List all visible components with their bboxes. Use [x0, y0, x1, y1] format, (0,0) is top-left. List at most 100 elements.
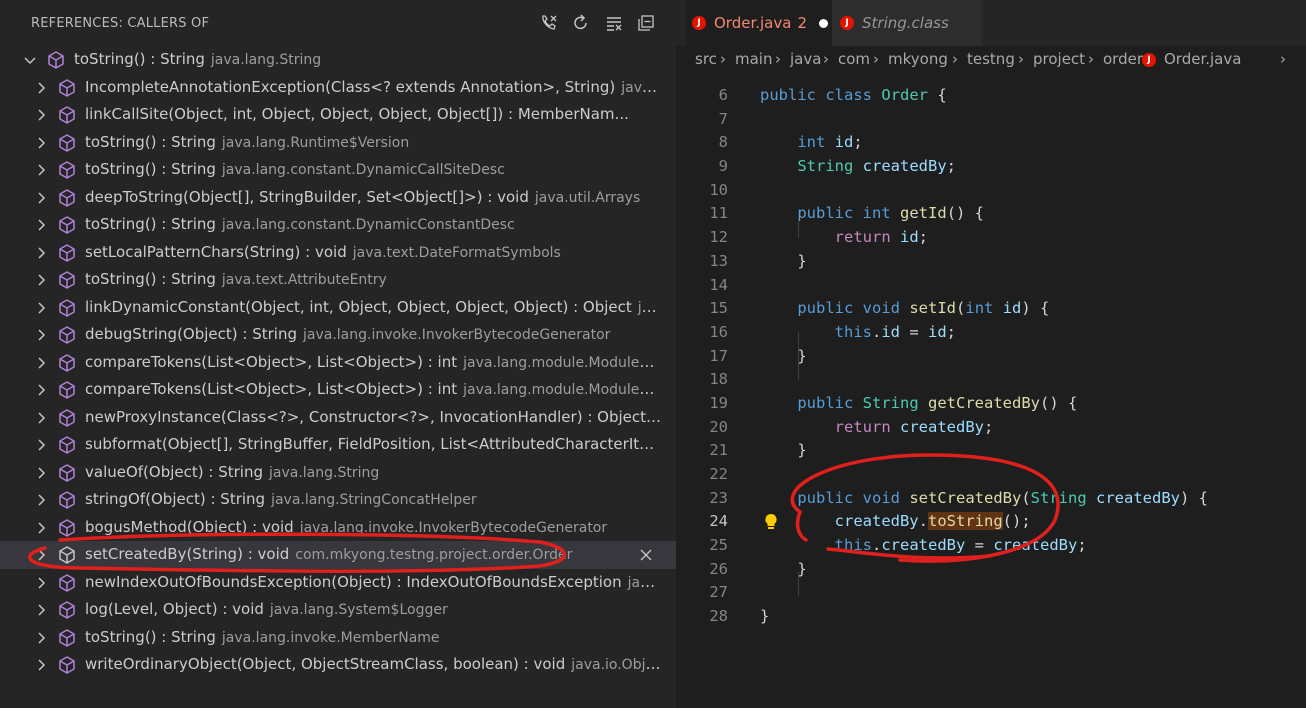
caller-item[interactable]: writeOrdinaryObject(Object, ObjectStream… — [0, 651, 676, 679]
breadcrumb-segment[interactable]: order — [1103, 50, 1143, 68]
breadcrumb-segment[interactable]: com — [838, 50, 870, 68]
references-panel: REFERENCES: CALLERS OF toString() : Stri… — [0, 0, 676, 708]
code-line[interactable]: 23 public void setCreatedBy(String creat… — [676, 487, 1306, 511]
caller-item[interactable]: setLocalPatternChars(String) : void java.… — [0, 239, 676, 267]
code-line[interactable]: 13 } — [676, 250, 1306, 274]
chevron-right-icon[interactable] — [33, 520, 49, 536]
chevron-right-icon[interactable] — [33, 162, 49, 178]
code-line[interactable]: 9 String createdBy; — [676, 155, 1306, 179]
caller-label: toString() : String — [85, 270, 216, 288]
breadcrumb-segment[interactable]: java — [790, 50, 821, 68]
chevron-right-icon[interactable] — [33, 107, 49, 123]
chevron-right-icon[interactable] — [33, 410, 49, 426]
code-line[interactable]: 8 int id; — [676, 131, 1306, 155]
chevron-right-icon[interactable] — [33, 465, 49, 481]
unsaved-dot-icon[interactable] — [819, 18, 828, 28]
caller-desc: java.text.DateFormatSymbols — [352, 244, 561, 261]
chevron-right-icon[interactable] — [33, 657, 49, 673]
code-line[interactable]: 15 public void setId(int id) { — [676, 297, 1306, 321]
tab-string-class[interactable]: J String.class — [832, 0, 982, 46]
code-line[interactable]: 21 } — [676, 439, 1306, 463]
tab-order-java[interactable]: J Order.java 2 — [686, 0, 832, 46]
code-line[interactable]: 11 public int getId() { — [676, 202, 1306, 226]
code-line[interactable]: 10 — [676, 179, 1306, 203]
chevron-right-icon[interactable] — [33, 217, 49, 233]
caller-item[interactable]: log(Level, Object) : void java.lang.Syste… — [0, 596, 676, 624]
breadcrumb-segment[interactable]: mkyong — [888, 50, 948, 68]
caller-item[interactable]: toString() : String java.lang.invoke.Memb… — [0, 624, 676, 652]
code-line[interactable]: 25 this.createdBy = createdBy; — [676, 534, 1306, 558]
code-line[interactable]: 12 return id; — [676, 226, 1306, 250]
code-line[interactable]: 7 — [676, 108, 1306, 132]
caller-item[interactable]: bogusMethod(Object) : void java.lang.invo… — [0, 514, 676, 542]
caller-desc: java.lang.module.ModuleDescri... — [463, 382, 662, 398]
tree-root[interactable]: toString() : String java.lang.String — [0, 46, 676, 74]
caller-item[interactable]: newProxyInstance(Class<?>, Constructor<?… — [0, 404, 676, 432]
caller-item[interactable]: toString() : String java.lang.constant.Dy… — [0, 211, 676, 239]
code-line[interactable]: 6 public class Order { — [676, 84, 1306, 108]
refresh-icon[interactable] — [569, 11, 593, 35]
collapse-all-icon[interactable] — [634, 11, 658, 35]
chevron-right-icon[interactable] — [33, 630, 49, 646]
code-line[interactable]: 19 public String getCreatedBy() { — [676, 392, 1306, 416]
caller-item[interactable]: compareTokens(List<Object>, List<Object>… — [0, 376, 676, 404]
code-area[interactable]: 6 public class Order {7 8 int id; 9 String … — [676, 84, 1306, 629]
chevron-right-icon[interactable] — [33, 437, 49, 453]
caller-item[interactable]: IncompleteAnnotationException(Class<? ex… — [0, 74, 676, 102]
caller-item[interactable]: compareTokens(List<Object>, List<Object>… — [0, 349, 676, 377]
caller-item[interactable]: valueOf(Object) : String java.lang.String — [0, 459, 676, 487]
chevron-right-icon[interactable] — [33, 575, 49, 591]
chevron-right-icon[interactable] — [33, 272, 49, 288]
chevron-right-icon[interactable] — [33, 547, 49, 563]
editor-tabs: J Order.java 2 J String.class — [676, 0, 1306, 46]
caller-item[interactable]: subformat(Object[], StringBuffer, FieldP… — [0, 431, 676, 459]
breadcrumb-segment[interactable]: main — [735, 50, 772, 68]
lightbulb-icon[interactable] — [763, 513, 779, 535]
caller-item[interactable]: deepToString(Object[], StringBuilder, Se… — [0, 184, 676, 212]
chevron-right-icon[interactable] — [33, 327, 49, 343]
chevron-right-icon[interactable] — [33, 190, 49, 206]
code-text: } — [760, 607, 770, 626]
chevron-right-icon[interactable] — [33, 300, 49, 316]
caller-item[interactable]: toString() : String java.lang.constant.Dy… — [0, 156, 676, 184]
code-line[interactable]: 18 — [676, 368, 1306, 392]
chevron-right-icon[interactable] — [33, 80, 49, 96]
chevron-right-icon[interactable] — [33, 492, 49, 508]
caller-item[interactable]: toString() : String java.lang.Runtime$Ver… — [0, 129, 676, 157]
caller-item[interactable]: stringOf(Object) : String java.lang.Strin… — [0, 486, 676, 514]
dismiss-icon[interactable] — [638, 547, 654, 563]
caller-item[interactable]: linkCallSite(Object, int, Object, Object… — [0, 101, 676, 129]
code-line[interactable]: 28} — [676, 605, 1306, 629]
code-line[interactable]: 14 — [676, 274, 1306, 298]
breadcrumb-segment[interactable]: src — [695, 50, 717, 68]
line-number: 28 — [709, 607, 728, 626]
breadcrumb-segment[interactable]: Order.java — [1164, 50, 1241, 68]
caller-item[interactable]: debugString(Object) : String java.lang.in… — [0, 321, 676, 349]
caller-desc: com.mkyong.testng.project.order.Order — [295, 547, 573, 563]
code-line[interactable]: 26 } — [676, 558, 1306, 582]
chevron-right-icon[interactable] — [33, 355, 49, 371]
caller-item[interactable]: newIndexOutOfBoundsException(Object) : I… — [0, 569, 676, 597]
caller-label: subformat(Object[], StringBuffer, FieldP… — [85, 435, 662, 453]
method-cube-icon — [57, 573, 77, 593]
chevron-right-icon[interactable] — [33, 135, 49, 151]
caller-item[interactable]: linkDynamicConstant(Object, int, Object,… — [0, 294, 676, 322]
caller-item[interactable]: toString() : String java.text.AttributeEn… — [0, 266, 676, 294]
code-line[interactable]: 22 — [676, 463, 1306, 487]
code-text: return createdBy; — [834, 417, 994, 436]
breadcrumb-segment[interactable]: testng — [967, 50, 1015, 68]
breadcrumb-segment[interactable]: project — [1033, 50, 1085, 68]
clear-all-icon[interactable] — [602, 11, 626, 35]
code-line[interactable]: 16 this.id = id; — [676, 321, 1306, 345]
call-hierarchy-toggle-icon[interactable] — [537, 11, 561, 35]
chevron-right-icon[interactable] — [33, 602, 49, 618]
caller-item[interactable]: setCreatedBy(String) : void com.mkyong.te… — [0, 541, 676, 569]
chevron-down-icon[interactable] — [22, 52, 38, 68]
editor: J Order.java 2 J String.class src › main › j… — [676, 0, 1306, 708]
chevron-right-icon[interactable] — [33, 245, 49, 261]
method-cube-icon — [57, 655, 77, 675]
chevron-right-icon[interactable] — [33, 382, 49, 398]
code-line[interactable]: 17 } — [676, 345, 1306, 369]
code-line[interactable]: 20 return createdBy; — [676, 416, 1306, 440]
code-line[interactable]: 27 — [676, 581, 1306, 605]
